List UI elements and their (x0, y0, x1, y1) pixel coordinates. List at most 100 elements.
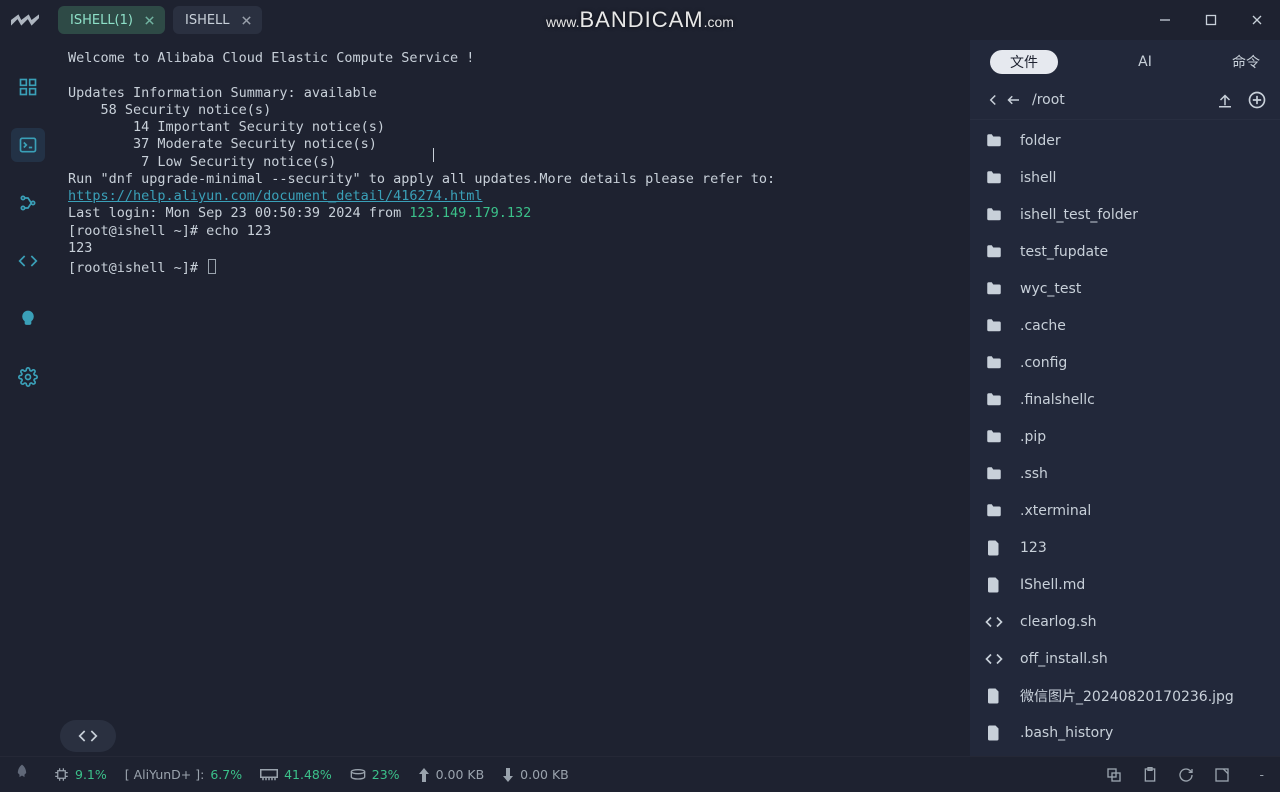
rail-network[interactable] (11, 186, 45, 220)
left-rail (0, 40, 56, 756)
rail-hints[interactable] (11, 302, 45, 336)
file-name: off_install.sh (1020, 651, 1108, 667)
tab-ai[interactable]: AI (1138, 54, 1152, 70)
net-up-metric: 0.00 KB (418, 767, 485, 782)
memory-value: 41.48% (284, 767, 332, 782)
file-name: .xterminal (1020, 503, 1091, 519)
file-panel: 文件 AI 命令 /root folder ishellishell_test_f… (970, 40, 1280, 756)
tab-cmd[interactable]: 命令 (1232, 52, 1260, 72)
copy-icon[interactable] (1105, 766, 1123, 784)
right-panel-tabs: 文件 AI 命令 (970, 44, 1280, 80)
file-item[interactable]: IShell.md (970, 566, 1280, 603)
file-item[interactable]: clearlog.sh (970, 603, 1280, 640)
close-icon[interactable] (143, 13, 157, 27)
rocket-icon[interactable] (12, 763, 36, 787)
term-line: 58 Security notice(s) (68, 102, 271, 118)
file-name: folder (1020, 133, 1061, 149)
help-link[interactable]: https://help.aliyun.com/document_detail/… (68, 188, 483, 204)
file-name: 微信图片_20240820170236.jpg (1020, 686, 1234, 706)
back-arrow-icon[interactable] (1002, 89, 1024, 111)
file-name: .ssh (1020, 466, 1048, 482)
close-icon[interactable] (240, 13, 254, 27)
rail-dashboard[interactable] (11, 70, 45, 104)
memory-icon (260, 769, 278, 781)
file-item[interactable]: 123 (970, 529, 1280, 566)
file-item[interactable]: ishell_test_folder (970, 196, 1280, 233)
tab-ishell-2[interactable]: ISHELL (173, 6, 262, 34)
titlebar: ISHELL(1) ISHELL www.BANDICAM.com (0, 0, 1280, 40)
close-button[interactable] (1234, 0, 1280, 40)
terminal-tabs: ISHELL(1) ISHELL (58, 6, 262, 34)
terminal-cursor (208, 259, 216, 274)
file-icon (984, 538, 1004, 558)
app-logo (10, 14, 40, 26)
terminal-output[interactable]: Welcome to Alibaba Cloud Elastic Compute… (56, 40, 970, 756)
file-item[interactable]: ishell (970, 159, 1280, 196)
file-item[interactable]: wyc_test (970, 270, 1280, 307)
text-cursor (433, 148, 434, 162)
term-line: 14 Important Security notice(s) (68, 119, 385, 135)
disk-icon (350, 768, 366, 782)
upload-value: 0.00 KB (436, 767, 485, 782)
refresh-icon[interactable] (1177, 766, 1195, 784)
folder-icon (984, 353, 1004, 373)
term-prompt: [root@ishell ~]# echo 123 (68, 223, 271, 239)
folder-icon (984, 205, 1004, 225)
tab-ishell-1[interactable]: ISHELL(1) (58, 6, 165, 34)
disk-metric: 23% (350, 767, 400, 782)
cpu-metric: 9.1% (54, 767, 107, 782)
file-item[interactable]: folder (970, 122, 1280, 159)
rail-code[interactable] (11, 244, 45, 278)
file-item[interactable]: .finalshellc (970, 381, 1280, 418)
back-button[interactable] (982, 89, 1004, 111)
quick-command-button[interactable] (60, 720, 116, 752)
folder-icon (984, 316, 1004, 336)
status-right-dash: - (1259, 767, 1264, 782)
maximize-button[interactable] (1188, 0, 1234, 40)
client-ip: 123.149.179.132 (409, 205, 531, 221)
download-value: 0.00 KB (520, 767, 569, 782)
tab-files[interactable]: 文件 (990, 50, 1058, 74)
rail-terminal[interactable] (11, 128, 45, 162)
window-controls (1142, 0, 1280, 40)
upload-icon (418, 768, 430, 782)
file-item[interactable]: off_install.sh (970, 640, 1280, 677)
paste-icon[interactable] (1141, 766, 1159, 784)
tab-label: ISHELL(1) (70, 13, 133, 28)
file-item[interactable]: .xterminal (970, 492, 1280, 529)
file-item[interactable]: .cache (970, 307, 1280, 344)
file-item[interactable]: .bash_history (970, 714, 1280, 751)
terminal-pane: Welcome to Alibaba Cloud Elastic Compute… (56, 40, 970, 756)
term-prompt: [root@ishell ~]# (68, 260, 206, 276)
folder-icon (984, 464, 1004, 484)
folder-icon (984, 390, 1004, 410)
term-line: Welcome to Alibaba Cloud Elastic Compute… (68, 50, 474, 66)
term-line: 37 Moderate Security notice(s) (68, 136, 377, 152)
term-line: Last login: Mon Sep 23 00:50:39 2024 fro… (68, 205, 409, 221)
term-line: 7 Low Security notice(s) (68, 154, 336, 170)
file-item[interactable]: .config (970, 344, 1280, 381)
folder-icon (984, 279, 1004, 299)
disk-value: 23% (372, 767, 400, 782)
file-icon (984, 686, 1004, 706)
file-item[interactable]: .ssh (970, 455, 1280, 492)
add-button[interactable] (1246, 89, 1268, 111)
file-list: folder ishellishell_test_folder test_fupda… (970, 120, 1280, 756)
file-item[interactable]: test_fupdate (970, 233, 1280, 270)
file-name: test_fupdate (1020, 244, 1108, 260)
current-path[interactable]: /root (1032, 92, 1206, 108)
file-item[interactable]: 微信图片_20240820170236.jpg (970, 677, 1280, 714)
file-name: .bash_history (1020, 725, 1113, 741)
folder-icon (984, 242, 1004, 262)
script-icon (984, 612, 1004, 632)
net-down-metric: 0.00 KB (502, 767, 569, 782)
file-item[interactable]: .pip (970, 418, 1280, 455)
status-bar: 9.1% [ AliYunD+ ]: 6.7% 41.48% 23% 0.00 … (0, 756, 1280, 792)
upload-button[interactable] (1214, 89, 1236, 111)
path-bar: /root (970, 80, 1280, 120)
aliyund-label: [ AliYunD+ ]: (125, 767, 205, 782)
rail-settings[interactable] (11, 360, 45, 394)
minimize-button[interactable] (1142, 0, 1188, 40)
fullscreen-icon[interactable] (1213, 766, 1231, 784)
aliyund-metric: [ AliYunD+ ]: 6.7% (125, 767, 242, 782)
